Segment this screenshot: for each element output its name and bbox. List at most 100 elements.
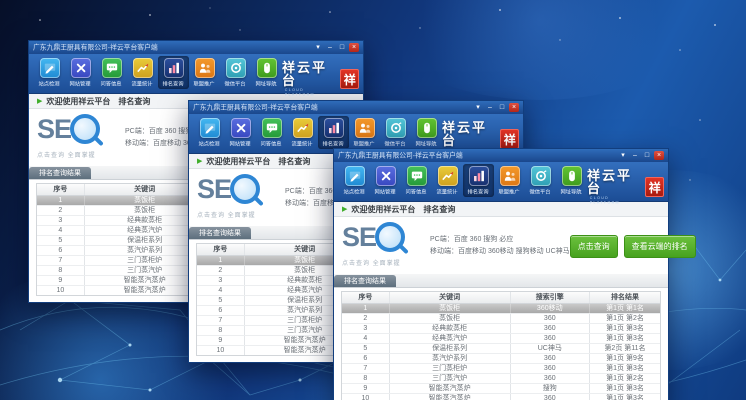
welcome-arrow-icon: ▶ — [197, 157, 202, 165]
tab-rank-results[interactable]: 排名查询结果 — [29, 167, 91, 179]
table-row[interactable]: 9智能蒸汽蒸炉搜狗第1页 第3名 — [342, 384, 660, 394]
close-icon[interactable]: × — [509, 103, 519, 112]
cell-keyword: 蒸汽炉系列 — [390, 354, 511, 363]
title-bar[interactable]: 广东九鼎王厨具有限公司-祥云平台客户端 ▾ – □ × — [189, 101, 523, 114]
toolbar-item-0[interactable]: 站点检测 — [34, 56, 65, 89]
rank-query-icon — [324, 118, 344, 138]
cell-rank: 第1页 第1名 — [590, 304, 660, 313]
brand-logo: 祥云平台 CLOUD PLATFORM 祥 — [282, 56, 359, 97]
nav-mouse-icon — [257, 58, 277, 78]
seo-logo: SE 点击查询 全面掌握 — [37, 114, 121, 162]
toolbar-item-5[interactable]: 联盟推广 — [494, 164, 525, 197]
close-icon[interactable]: × — [349, 43, 359, 52]
tab-rank-results[interactable]: 排名查询结果 — [189, 227, 251, 239]
close-icon[interactable]: × — [654, 151, 664, 160]
cell-engine: 360 — [511, 314, 591, 323]
toolbar-item-7[interactable]: 网址导航 — [556, 164, 587, 197]
toolbar-item-4[interactable]: 排名查询 — [463, 164, 494, 197]
table-row[interactable]: 3经典款蒸柜360第1页 第3名 — [342, 324, 660, 334]
maximize-icon[interactable]: □ — [642, 151, 652, 160]
seo-slogan: 点击查询 全面掌握 — [37, 153, 96, 159]
nav-mouse-icon — [417, 118, 437, 138]
toolbar-item-6[interactable]: 微信平台 — [525, 164, 556, 197]
header-no: 序号 — [197, 244, 245, 255]
maximize-icon[interactable]: □ — [497, 103, 507, 112]
brand-logo: 祥云平台 CLOUD PLATFORM 祥 — [587, 164, 664, 205]
header-no: 序号 — [342, 292, 390, 303]
query-button[interactable]: 点击查询 — [570, 235, 618, 258]
table-row[interactable]: 6蒸汽炉系列360第1页 第9名 — [342, 354, 660, 364]
minimize-icon[interactable]: – — [630, 151, 640, 160]
toolbar-item-7[interactable]: 网址导航 — [251, 56, 282, 89]
toolbar-item-label: 微信平台 — [385, 140, 406, 148]
toolbar-item-0[interactable]: 站点检测 — [194, 116, 225, 149]
toolbar-item-2[interactable]: 问答信息 — [256, 116, 287, 149]
toolbar-item-label: 网站管理 — [70, 80, 91, 88]
toolbar-item-label: 网址导航 — [256, 80, 277, 88]
table-header-row: 序号 关键词 搜索引擎 排名结果 — [342, 292, 660, 304]
table-row[interactable]: 5保温柜系列UC神马第2页 第11名 — [342, 344, 660, 354]
wechat-icon — [226, 58, 246, 78]
rank-query-icon — [469, 166, 489, 186]
cell-engine: 360 — [511, 374, 591, 383]
toolbar-item-6[interactable]: 微信平台 — [220, 56, 251, 89]
minimize-icon[interactable]: – — [485, 103, 495, 112]
toolbar-item-label: 流量统计 — [292, 140, 313, 148]
minimize-icon[interactable]: – — [325, 43, 335, 52]
cell-rank: 第1页 第3名 — [590, 364, 660, 373]
toolbar-item-0[interactable]: 站点检测 — [339, 164, 370, 197]
toolbar-item-2[interactable]: 问答信息 — [401, 164, 432, 197]
table-row[interactable]: 7三门蒸柜炉360第1页 第3名 — [342, 364, 660, 374]
table-row[interactable]: 10智能蒸汽蒸炉360第1页 第3名 — [342, 394, 660, 400]
cell-no: 3 — [37, 216, 85, 225]
cell-no: 5 — [197, 296, 245, 305]
toolbar-item-1[interactable]: 网站管理 — [65, 56, 96, 89]
table-row[interactable]: 8三门蒸汽炉360第1页 第2名 — [342, 374, 660, 384]
cell-keyword: 蒸饭柜 — [390, 304, 511, 313]
toolbar-item-4[interactable]: 排名查询 — [318, 116, 349, 149]
seo-slogan: 点击查询 全面掌握 — [197, 213, 256, 219]
cell-rank: 第1页 第3名 — [590, 394, 660, 400]
toolbar-item-6[interactable]: 微信平台 — [380, 116, 411, 149]
app-window-front[interactable]: 广东九鼎王厨具有限公司-祥云平台客户端 ▾ – □ × 站点检测网站管理问答信息… — [333, 148, 669, 400]
toolbar-item-5[interactable]: 联盟推广 — [349, 116, 380, 149]
toolbar-item-2[interactable]: 问答信息 — [96, 56, 127, 89]
seo-logo: SE 点击查询 全面掌握 — [197, 174, 281, 222]
traffic-stats-icon — [438, 166, 458, 186]
cell-no: 2 — [197, 266, 245, 275]
toolbar-item-label: 联盟推广 — [194, 80, 215, 88]
header-rank: 排名结果 — [590, 292, 660, 303]
title-bar[interactable]: 广东九鼎王厨具有限公司-祥云平台客户端 ▾ – □ × — [334, 149, 668, 162]
cell-rank: 第1页 第3名 — [590, 334, 660, 343]
skin-icon[interactable]: ▾ — [473, 103, 483, 112]
skin-icon[interactable]: ▾ — [313, 43, 323, 52]
toolbar-item-3[interactable]: 流量统计 — [287, 116, 318, 149]
results-tabstrip: 排名查询结果 — [334, 274, 668, 288]
title-bar[interactable]: 广东九鼎王厨具有限公司-祥云平台客户端 ▾ – □ × — [29, 41, 363, 54]
message-icon — [407, 166, 427, 186]
table-row[interactable]: 1蒸饭柜360移动第1页 第1名 — [342, 304, 660, 314]
cell-rank: 第1页 第2名 — [590, 314, 660, 323]
cell-no: 5 — [37, 236, 85, 245]
welcome-text: 欢迎使用祥云平台 — [351, 204, 415, 215]
welcome-arrow-icon: ▶ — [342, 205, 347, 213]
view-cloud-rank-button[interactable]: 查看云端的排名 — [624, 235, 696, 258]
toolbar-item-1[interactable]: 网站管理 — [370, 164, 401, 197]
cell-keyword: 三门蒸柜炉 — [390, 364, 511, 373]
skin-icon[interactable]: ▾ — [618, 151, 628, 160]
toolbar-item-3[interactable]: 流量统计 — [432, 164, 463, 197]
toolbar-item-label: 问答信息 — [261, 140, 282, 148]
toolbar-item-1[interactable]: 网站管理 — [225, 116, 256, 149]
toolbar-item-4[interactable]: 排名查询 — [158, 56, 189, 89]
nav-mouse-icon — [562, 166, 582, 186]
tab-rank-results[interactable]: 排名查询结果 — [334, 275, 396, 287]
toolbar-item-5[interactable]: 联盟推广 — [189, 56, 220, 89]
maximize-icon[interactable]: □ — [337, 43, 347, 52]
toolbar-item-3[interactable]: 流量统计 — [127, 56, 158, 89]
header-engine: 搜索引擎 — [511, 292, 591, 303]
table-row[interactable]: 4经典蒸汽炉360第1页 第3名 — [342, 334, 660, 344]
site-check-icon — [345, 166, 365, 186]
cell-engine: 360 — [511, 364, 591, 373]
toolbar-item-7[interactable]: 网址导航 — [411, 116, 442, 149]
table-row[interactable]: 2蒸饭柜360第1页 第2名 — [342, 314, 660, 324]
